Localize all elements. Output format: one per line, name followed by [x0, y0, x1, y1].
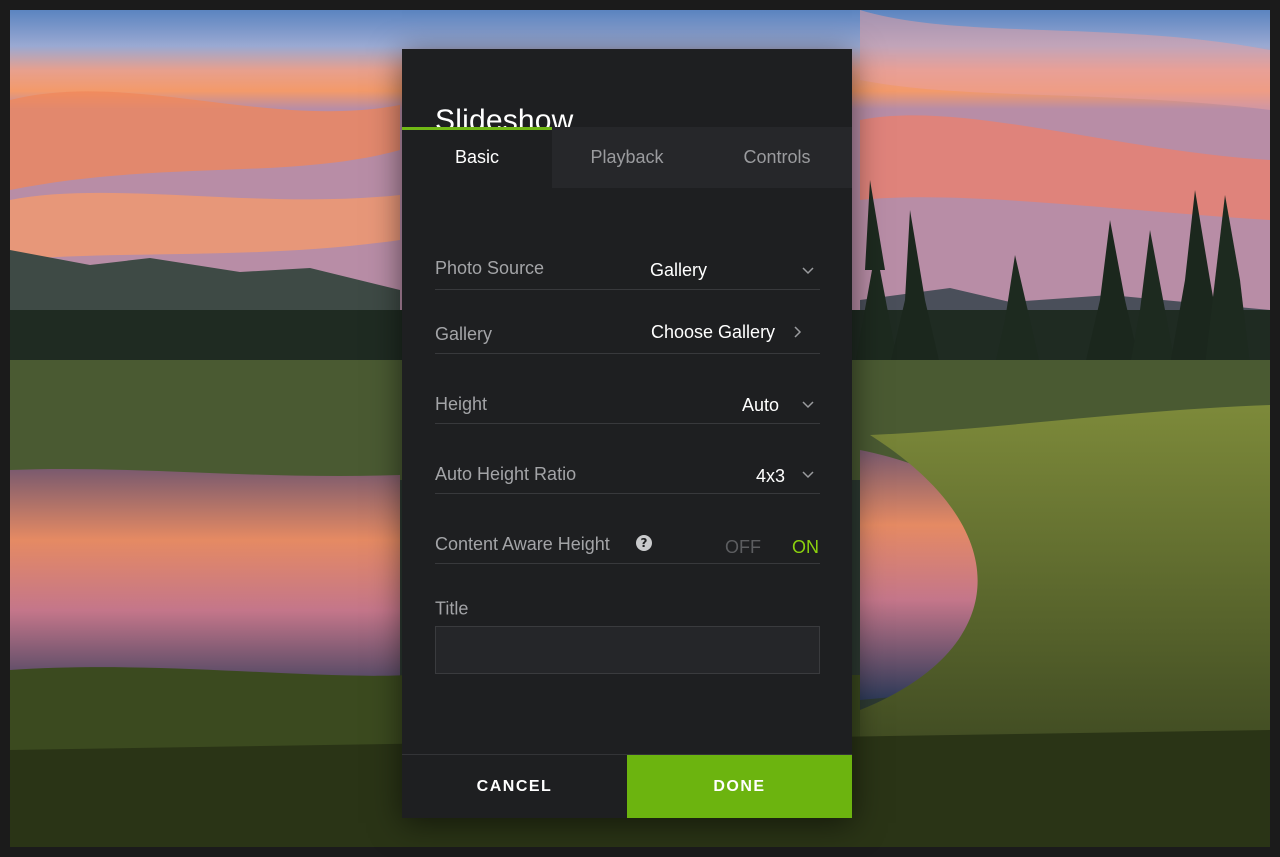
- auto-height-ratio-select[interactable]: Auto Height Ratio 4x3: [435, 452, 820, 494]
- title-field-label: Title: [435, 598, 469, 619]
- chevron-down-icon: [802, 267, 814, 275]
- toggle-off-option[interactable]: OFF: [725, 537, 761, 558]
- tab-controls[interactable]: Controls: [702, 127, 852, 188]
- toggle-on-option[interactable]: ON: [792, 537, 819, 558]
- tab-basic[interactable]: Basic: [402, 127, 552, 188]
- cancel-button[interactable]: CANCEL: [402, 755, 627, 818]
- photo-source-label: Photo Source: [435, 258, 545, 278]
- question-circle-icon[interactable]: ?: [636, 535, 652, 551]
- photo-source-select[interactable]: Photo Source Gallery: [435, 247, 820, 290]
- tab-bar: Basic Playback Controls: [402, 127, 852, 188]
- chevron-down-icon: [802, 471, 814, 479]
- slideshow-settings-modal: Slideshow Basic Playback Controls Photo …: [402, 49, 852, 818]
- tab-playback[interactable]: Playback: [552, 127, 702, 188]
- auto-height-ratio-value: 4x3: [756, 466, 786, 486]
- photo-source-value: Gallery: [650, 260, 708, 280]
- done-button[interactable]: DONE: [627, 755, 852, 818]
- choose-gallery-value: Choose Gallery: [651, 322, 776, 342]
- gallery-label: Gallery: [435, 324, 493, 344]
- height-select[interactable]: Height Auto: [435, 382, 820, 424]
- chevron-right-icon: [794, 326, 802, 338]
- modal-footer: CANCEL DONE: [402, 754, 852, 818]
- chevron-down-icon: [802, 401, 814, 409]
- height-label: Height: [435, 394, 488, 414]
- auto-height-ratio-label: Auto Height Ratio: [435, 464, 577, 484]
- gallery-picker[interactable]: Gallery Choose Gallery: [435, 312, 820, 354]
- content-aware-height-label: Content Aware Height: [435, 534, 610, 554]
- content-aware-height-toggle-row: Content Aware Height ? OFF ON: [435, 522, 820, 564]
- height-value: Auto: [742, 395, 780, 415]
- title-input[interactable]: [435, 626, 820, 674]
